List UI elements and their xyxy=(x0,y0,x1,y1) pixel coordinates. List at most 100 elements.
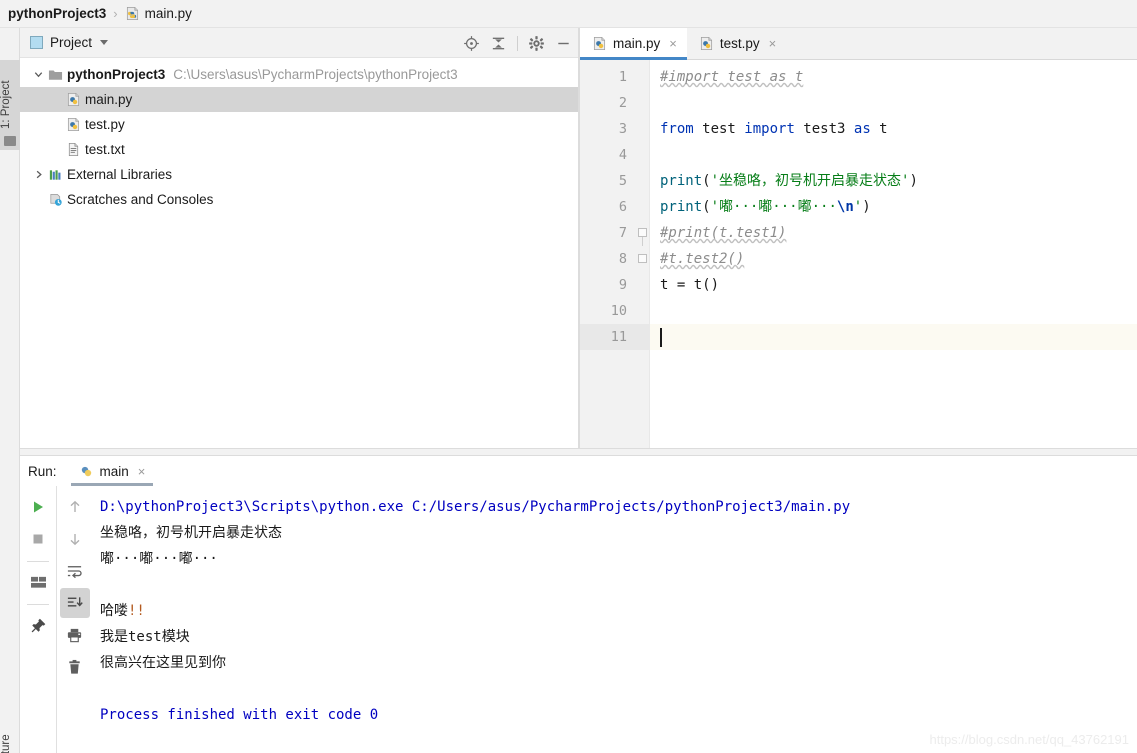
code-line[interactable]: #t.test2() xyxy=(660,246,744,272)
line-number: 10 xyxy=(610,303,627,319)
run-toolbar-column-1 xyxy=(20,486,56,753)
run-toolbar-column-2 xyxy=(56,486,92,753)
tree-row-scratches[interactable]: Scratches and Consoles xyxy=(20,187,580,212)
code-editor: main.py × test.py × 1 2 3 4 5 6 7 8 9 10 11 #impor xyxy=(580,28,1137,448)
line-number: 5 xyxy=(618,173,627,189)
project-panel-header: Project xyxy=(20,28,580,58)
code-line[interactable]: t = t() xyxy=(660,272,719,298)
fold-marker-icon[interactable] xyxy=(638,228,647,237)
code-line[interactable]: print('嘟···嘟···嘟···\n') xyxy=(660,194,871,220)
tree-item-label: main.py xyxy=(85,92,133,107)
up-arrow-button[interactable] xyxy=(60,492,90,522)
tree-row-test-py[interactable]: test.py xyxy=(20,112,580,137)
project-title-group[interactable]: Project xyxy=(20,35,109,50)
code-text[interactable]: #import test as t from test import test3 … xyxy=(650,60,1137,448)
project-panel-toolbar xyxy=(459,28,576,58)
fold-marker-icon[interactable] xyxy=(638,254,647,263)
run-tab-main[interactable]: main × xyxy=(70,456,154,486)
line-number: 9 xyxy=(618,277,627,293)
soft-wrap-button[interactable] xyxy=(60,556,90,586)
chevron-right-icon[interactable] xyxy=(30,169,46,180)
fold-connector xyxy=(642,237,643,246)
console-line: 嘟···嘟···嘟··· xyxy=(100,551,218,567)
folder-icon xyxy=(46,68,64,82)
toolbar-divider xyxy=(27,604,49,605)
console-line: 很高兴在这里见到你 xyxy=(100,655,226,671)
breadcrumb-file[interactable]: main.py xyxy=(145,6,192,21)
code-area[interactable]: 1 2 3 4 5 6 7 8 9 10 11 #import test as t from test… xyxy=(580,60,1137,448)
locate-icon[interactable] xyxy=(459,31,484,56)
run-panel-label: Run: xyxy=(28,463,57,479)
project-tree: pythonProject3 C:\Users\asus\PycharmProj… xyxy=(20,58,580,212)
folder-icon xyxy=(4,136,16,146)
project-window-icon xyxy=(30,36,43,49)
code-line[interactable]: from test import test3 as t xyxy=(660,116,888,142)
python-file-icon xyxy=(699,36,714,51)
print-button[interactable] xyxy=(60,620,90,650)
tree-item-label: External Libraries xyxy=(67,167,173,182)
breadcrumb-project[interactable]: pythonProject3 xyxy=(8,6,106,21)
console-line: 坐稳咯，初号机开启暴走状态 xyxy=(100,525,282,541)
python-file-icon xyxy=(592,36,607,51)
console-line: 哈喽!! xyxy=(100,603,145,619)
watermark: https://blog.csdn.net/qq_43762191 xyxy=(929,732,1130,747)
editor-gutter[interactable]: 1 2 3 4 5 6 7 8 9 10 11 xyxy=(580,60,650,448)
scroll-to-end-button[interactable] xyxy=(59,588,90,618)
run-panel-body: D:\pythonProject3\Scripts\python.exe C:/… xyxy=(20,486,1137,753)
pin-button[interactable] xyxy=(23,610,53,640)
console-line: D:\pythonProject3\Scripts\python.exe C:/… xyxy=(100,499,851,515)
tree-item-path: C:\Users\asus\PycharmProjects\pythonProj… xyxy=(173,67,458,82)
sidebar-item-structure-tab[interactable]: Structure xyxy=(0,728,20,753)
tree-row-test-txt[interactable]: test.txt xyxy=(20,137,580,162)
collapse-all-icon[interactable] xyxy=(486,31,511,56)
close-icon[interactable]: × xyxy=(769,36,777,51)
minimize-icon[interactable] xyxy=(551,31,576,56)
tree-item-label: test.py xyxy=(85,117,125,132)
console-line: Process finished with exit code 0 xyxy=(100,707,379,723)
console-line: 我是test模块 xyxy=(100,629,190,645)
line-number: 7 xyxy=(618,225,627,241)
scratches-icon xyxy=(46,192,64,207)
chevron-down-icon[interactable] xyxy=(100,40,109,45)
python-icon xyxy=(79,464,94,479)
close-icon[interactable]: × xyxy=(138,464,146,479)
tab-test-py[interactable]: test.py × xyxy=(686,28,787,59)
clear-all-button[interactable] xyxy=(60,652,90,682)
text-file-icon xyxy=(64,142,82,157)
tab-label: main.py xyxy=(613,36,661,51)
code-line[interactable]: #import test as t xyxy=(660,64,803,90)
stop-button[interactable] xyxy=(23,524,53,554)
left-tool-strip: 1: Project Structure xyxy=(0,28,20,753)
project-panel-title: Project xyxy=(50,35,93,50)
close-icon[interactable]: × xyxy=(669,36,677,51)
run-toolbar xyxy=(20,486,92,753)
tree-row-main-py[interactable]: main.py xyxy=(20,87,580,112)
text-caret xyxy=(660,328,662,347)
line-number: 2 xyxy=(618,95,627,111)
python-file-icon xyxy=(64,92,82,107)
run-tab-label: main xyxy=(99,463,129,479)
layout-button[interactable] xyxy=(23,567,53,597)
horizontal-splitter[interactable] xyxy=(20,448,1137,456)
chevron-down-icon[interactable] xyxy=(30,69,46,80)
tab-label: test.py xyxy=(719,36,760,51)
tree-item-label: pythonProject3 xyxy=(67,67,166,82)
gear-icon[interactable] xyxy=(524,31,549,56)
down-arrow-button[interactable] xyxy=(60,524,90,554)
tab-main-py[interactable]: main.py × xyxy=(580,28,687,60)
rerun-button[interactable] xyxy=(23,492,53,522)
pycharm-window: pythonProject3 › main.py 1: Project Stru… xyxy=(0,0,1137,753)
tree-row[interactable]: pythonProject3 C:\Users\asus\PycharmProj… xyxy=(20,62,580,87)
code-line[interactable]: #print(t.test1) xyxy=(660,220,786,246)
current-line-highlight xyxy=(650,324,1137,350)
run-panel-header: Run: main × xyxy=(20,456,1137,486)
console-output[interactable]: D:\pythonProject3\Scripts\python.exe C:/… xyxy=(92,486,1137,753)
code-line[interactable]: print('坐稳咯，初号机开启暴走状态') xyxy=(660,168,918,194)
tree-row-external-libraries[interactable]: External Libraries xyxy=(20,162,580,187)
toolbar-divider xyxy=(517,35,518,51)
line-number: 4 xyxy=(618,147,627,163)
python-file-icon xyxy=(125,6,140,21)
run-tool-window: Run: main × D:\pythonProject3\Scripts\py… xyxy=(20,456,1137,753)
